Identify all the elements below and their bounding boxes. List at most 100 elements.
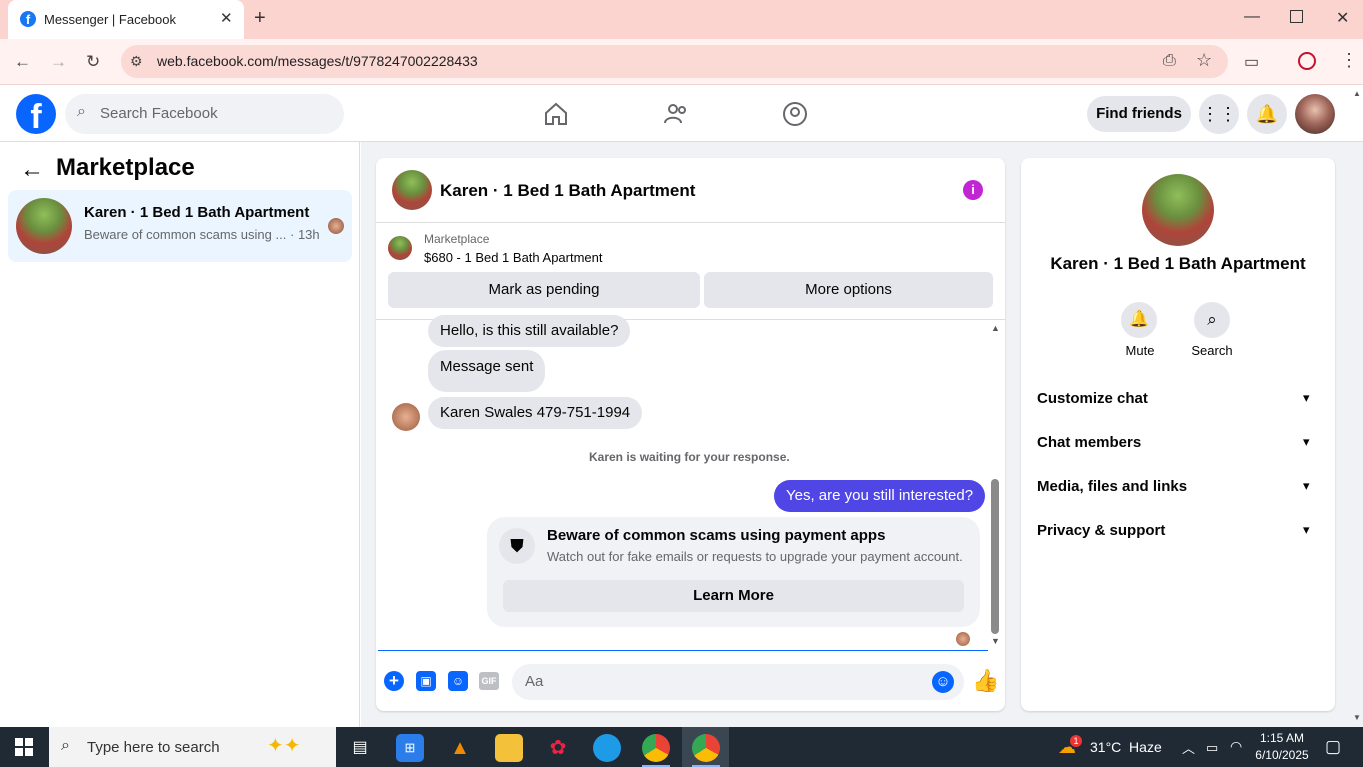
scrollbar-thumb[interactable] [991,479,999,634]
cast-icon[interactable]: ▭ [1244,52,1259,72]
battery-icon[interactable]: ▭ [1206,740,1218,756]
learn-more-button[interactable]: Learn More [503,580,964,612]
chat-header-avatar[interactable] [392,170,432,210]
privacy-support-item[interactable]: Privacy & support [1037,522,1165,539]
panel-title: Marketplace [56,154,195,181]
scroll-up-icon[interactable]: ▲ [991,323,1000,333]
chevron-up-icon[interactable]: ︿ [1182,738,1195,757]
message-bubble[interactable]: Hello, is this still available? [428,315,631,347]
warning-title: Beware of common scams using payment app… [547,527,886,544]
edge-icon[interactable] [593,734,621,762]
info-icon[interactable]: i [963,180,983,200]
close-window-button[interactable]: ✕ [1336,8,1349,28]
read-receipt-avatar [328,218,344,234]
taskbar-search-placeholder: Type here to search [87,739,220,756]
notifications-bell-icon[interactable]: 🔔 [1247,94,1287,134]
warning-body: Watch out for fake emails or requests to… [547,549,963,564]
page-scroll-up-icon[interactable]: ▲ [1353,89,1361,98]
listing-thumbnail [388,236,412,260]
gif-icon[interactable]: GIF [479,672,499,690]
chevron-down-icon[interactable]: ▾ [1303,478,1310,494]
conversation-time: · 13h [290,227,320,242]
search-icon: ⌕ [61,737,70,754]
notifications-icon[interactable]: ▢ [1325,737,1341,757]
info-avatar[interactable] [1142,174,1214,246]
menu-dots-icon[interactable]: ⋮ [1340,50,1358,71]
profile-avatar[interactable] [1295,94,1335,134]
chat-members-item[interactable]: Chat members [1037,434,1141,451]
media-files-links-item[interactable]: Media, files and links [1037,478,1187,495]
taskbar-search-input[interactable]: ⌕ Type here to search ✦✦ [49,727,336,767]
listing-title[interactable]: $680 - 1 Bed 1 Bath Apartment [424,250,603,265]
chrome-icon[interactable] [642,734,670,762]
thumbs-up-icon[interactable]: 👍 [972,668,999,694]
search-icon: ⌕ [77,103,86,120]
file-explorer-icon[interactable] [495,734,523,762]
clock-date[interactable]: 6/10/2025 [1255,748,1309,762]
conversation-preview: Beware of common scams using ... [84,227,287,242]
chevron-down-icon[interactable]: ▾ [1303,390,1310,406]
restore-button[interactable] [1290,10,1303,23]
info-name: Karen · 1 Bed 1 Bath Apartment [1050,254,1306,273]
message-placeholder: Aa [525,673,544,690]
message-input[interactable]: Aa ☺ [512,664,964,700]
forward-icon[interactable]: → [50,52,67,72]
seen-avatar [956,632,970,646]
windows-start-icon[interactable] [15,738,33,756]
browser-tab[interactable]: f Messenger | Facebook ✕ [8,0,244,39]
wifi-icon[interactable]: ◠ [1230,738,1242,755]
groups-icon[interactable] [782,101,808,127]
find-friends-button[interactable]: Find friends [1087,96,1191,132]
chrome-profile-icon[interactable] [692,734,720,762]
message-bubble[interactable]: Message sent [428,350,546,392]
chevron-down-icon[interactable]: ▾ [1303,522,1310,538]
sticker-icon[interactable]: ☺ [448,671,468,691]
tab-title: Messenger | Facebook [44,12,176,27]
back-icon[interactable]: ← [14,52,31,72]
minimize-button[interactable]: — [1244,8,1260,26]
search-input[interactable]: ⌕ Search Facebook [65,94,344,134]
vlc-icon[interactable]: ▲ [446,734,474,762]
mute-bell-icon[interactable]: 🔔 [1121,302,1157,338]
scroll-down-icon[interactable]: ▼ [991,636,1000,646]
back-arrow-icon[interactable]: ← [20,156,44,184]
task-view-icon[interactable]: ▤ [346,734,374,762]
clock-time[interactable]: 1:15 AM [1257,731,1307,745]
conversation-avatar [16,198,72,254]
my-message-bubble[interactable]: Yes, are you still interested? [774,480,986,512]
site-settings-icon[interactable]: ⚙ [130,53,143,70]
search-placeholder: Search Facebook [100,105,218,122]
mark-pending-button[interactable]: Mark as pending [388,272,700,308]
divider [376,222,1005,223]
sender-avatar[interactable] [392,403,420,431]
url-text[interactable]: web.facebook.com/messages/t/977824700222… [157,53,478,69]
page-scroll-down-icon[interactable]: ▼ [1353,713,1361,722]
facebook-favicon-icon: f [20,11,36,27]
conversation-name: Karen · 1 Bed 1 Bath Apartment [84,204,310,221]
store-icon[interactable]: ⊞ [396,734,424,762]
message-bubble[interactable]: Karen Swales 479-751-1994 [428,397,643,429]
new-tab-button[interactable]: + [254,7,266,30]
friends-icon[interactable] [663,101,689,127]
install-app-icon[interactable]: ⎙ [1163,52,1176,70]
home-icon[interactable] [543,101,569,127]
weather-text[interactable]: 31°C Haze [1090,739,1162,755]
chevron-down-icon[interactable]: ▾ [1303,434,1310,450]
more-options-button[interactable]: More options [704,272,993,308]
chat-header-name[interactable]: Karen · 1 Bed 1 Bath Apartment [440,181,695,201]
customize-chat-item[interactable]: Customize chat [1037,390,1148,407]
facebook-logo-icon[interactable]: f [16,94,56,136]
waiting-notice: Karen is waiting for your response. [589,450,790,464]
emoji-icon[interactable]: ☺ [932,671,954,693]
photos-icon[interactable]: ✿ [544,734,572,762]
bookmark-star-icon[interactable]: ☆ [1196,50,1212,71]
photo-icon[interactable]: ▣ [416,671,436,691]
mute-label: Mute [1125,343,1155,358]
reload-icon[interactable]: ↻ [86,52,100,72]
copilot-sparkle-icon: ✦✦ [267,735,301,757]
menu-grid-icon[interactable]: ⋮⋮ [1199,94,1239,134]
close-tab-icon[interactable]: ✕ [220,9,233,27]
profile-icon[interactable] [1298,52,1316,70]
search-icon[interactable]: ⌕ [1194,302,1230,338]
plus-icon[interactable]: + [384,671,404,691]
